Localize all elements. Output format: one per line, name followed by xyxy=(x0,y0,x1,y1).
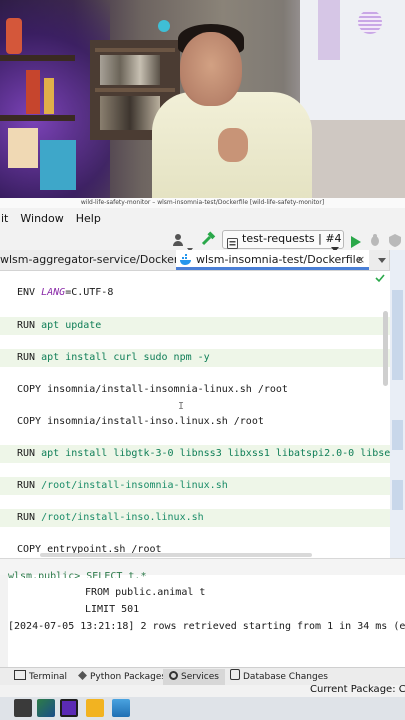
obs-icon[interactable] xyxy=(60,699,78,717)
shelf xyxy=(0,115,75,121)
book xyxy=(8,128,38,168)
books xyxy=(100,55,160,85)
code-line: RUN /root/install-insomnia-linux.sh xyxy=(17,480,228,491)
video-caption: wild-life-safety-monitor – wlsm-insomnia… xyxy=(0,198,405,208)
shelf xyxy=(95,88,175,92)
lamp xyxy=(158,20,170,32)
figurine xyxy=(26,70,40,114)
code-line: RUN apt install libgtk-3-0 libnss3 libxs… xyxy=(17,448,390,459)
database-icon xyxy=(230,669,240,680)
tool-python-packages[interactable]: Python Packages xyxy=(78,669,166,685)
tool-services[interactable]: Services xyxy=(163,669,225,685)
shelf xyxy=(95,48,175,52)
run-toolbar: test-requests | #4 xyxy=(0,228,405,252)
image-viewer-icon[interactable] xyxy=(37,699,55,717)
services-icon xyxy=(169,671,178,680)
decor xyxy=(318,0,340,60)
side-panel-preview[interactable] xyxy=(392,420,403,450)
hammer-icon[interactable] xyxy=(200,231,216,247)
code-line: ENV LANG=C.UTF-8 xyxy=(17,287,114,298)
services-console[interactable]: wlsm.public> SELECT t.* FROM public.anim… xyxy=(0,571,405,667)
code-line: RUN apt update xyxy=(17,320,102,331)
current-package-status[interactable]: Current Package: CL- xyxy=(310,684,405,695)
figurine xyxy=(44,78,54,114)
books xyxy=(100,96,160,130)
config-icon xyxy=(227,234,238,249)
docker-icon xyxy=(179,253,193,265)
menu-item-window[interactable]: Window xyxy=(19,212,64,225)
menu-bar: it Window Help xyxy=(0,208,405,228)
chevron-down-icon[interactable] xyxy=(378,254,386,263)
figurine xyxy=(6,18,22,54)
tab-label: wlsm-aggregator-service/Dockerfile xyxy=(0,253,196,266)
console-line: FROM public.animal t xyxy=(85,587,206,598)
tab-aggregator-dockerfile[interactable]: wlsm-aggregator-service/Dockerfile xyxy=(0,250,195,270)
menu-item-edit[interactable]: it xyxy=(0,212,9,225)
packages-icon xyxy=(78,671,87,680)
text-cursor: I xyxy=(178,401,185,412)
app-icon[interactable] xyxy=(14,699,32,717)
shelf xyxy=(0,55,75,61)
box xyxy=(40,140,76,190)
tab-insomnia-dockerfile[interactable]: wlsm-insomnia-test/Dockerfile × xyxy=(176,250,369,270)
decor-ball xyxy=(358,10,382,34)
chevron-down-icon xyxy=(331,237,339,252)
run-config-label: test-requests | #4 xyxy=(242,232,342,245)
debug-icon[interactable] xyxy=(368,232,382,246)
app-icon[interactable] xyxy=(86,699,104,717)
console-line: LIMIT 501 xyxy=(85,604,140,615)
side-panel-preview[interactable] xyxy=(392,480,403,510)
code-line: RUN apt install curl sudo npm -y xyxy=(17,352,210,363)
os-taskbar xyxy=(0,697,405,720)
run-icon[interactable] xyxy=(350,233,362,248)
dockerfile-editor[interactable]: ENV LANG=C.UTF-8 RUN apt update RUN apt … xyxy=(0,271,390,558)
horizontal-scrollbar[interactable] xyxy=(40,553,312,557)
close-icon[interactable]: × xyxy=(356,250,365,269)
run-config-selector[interactable]: test-requests | #4 xyxy=(222,230,344,252)
user-icon[interactable] xyxy=(172,232,186,246)
check-icon xyxy=(375,273,385,283)
side-panel-preview[interactable] xyxy=(392,290,403,380)
code-line: RUN /root/install-inso.linux.sh xyxy=(17,512,204,523)
console-line: [2024-07-05 13:21:18] 2 rows retrieved s… xyxy=(8,621,405,632)
tab-label: wlsm-insomnia-test/Dockerfile xyxy=(196,253,363,266)
app-icon[interactable] xyxy=(112,699,130,717)
console-line: wlsm.public> SELECT t.* xyxy=(8,571,147,578)
menu-item-help[interactable]: Help xyxy=(75,212,102,225)
terminal-icon xyxy=(14,670,26,680)
editor-tabs: wlsm-aggregator-service/Dockerfile wlsm-… xyxy=(0,250,405,271)
person-face xyxy=(180,32,242,106)
chevron-down-icon[interactable] xyxy=(187,237,193,252)
code-line: COPY insomnia/install-insomnia-linux.sh … xyxy=(17,384,288,395)
vertical-scrollbar[interactable] xyxy=(383,311,388,386)
cabinet xyxy=(300,120,405,198)
tool-terminal[interactable]: Terminal xyxy=(14,669,67,685)
code-line: COPY insomnia/install-inso.linux.sh /roo… xyxy=(17,416,264,427)
webcam-video xyxy=(0,0,405,198)
person-hand xyxy=(218,128,248,162)
console-gutter xyxy=(0,575,8,667)
tool-database-changes[interactable]: Database Changes xyxy=(230,669,328,685)
status-bar: Current Package: CL- xyxy=(0,684,405,697)
coverage-icon[interactable] xyxy=(388,232,402,247)
right-tool-strip xyxy=(390,250,405,558)
